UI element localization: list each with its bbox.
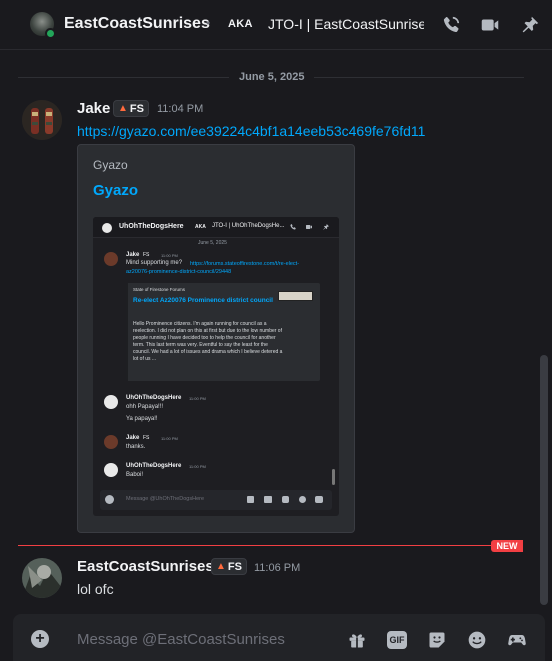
message-username[interactable]: Jake [77, 100, 110, 117]
embedded-avatar [104, 395, 118, 409]
video-icon[interactable] [479, 14, 501, 36]
video-icon [306, 225, 312, 229]
embedded-avatar [104, 435, 118, 449]
server-tag[interactable]: ▲ FS [211, 558, 247, 575]
embed-title[interactable]: Gyazo [93, 182, 138, 199]
flame-icon: ▲ [216, 561, 226, 572]
plus-icon [105, 495, 114, 504]
aka-label: AKA [228, 18, 253, 30]
embedded-text: Baboi! [126, 472, 144, 478]
embedded-aka-label: AKA [195, 224, 206, 230]
sticker-icon[interactable] [427, 630, 447, 650]
embedded-header-name: UhOhTheDogsHere [119, 223, 184, 230]
aka-name: JTO-I | EastCoastSunrises [268, 16, 424, 32]
message-composer: + Message @EastCoastSunrises GIF [13, 614, 545, 661]
embedded-timestamp: 11:00 PM [161, 253, 178, 258]
embedded-composer-placeholder: Message @UhOhTheDogsHere [126, 496, 205, 502]
call-icon [290, 224, 296, 230]
sticker-icon [282, 496, 289, 503]
emoji-icon [299, 496, 306, 503]
flame-icon: ▲ [118, 103, 128, 114]
date-divider-label: June 5, 2025 [229, 71, 315, 83]
embed-provider[interactable]: Gyazo [93, 158, 128, 172]
gif-icon[interactable]: GIF [387, 631, 407, 649]
pin-icon [323, 224, 329, 230]
link-embed: Gyazo Gyazo UhOhTheDogsHere AKA JTO-I | … [77, 144, 355, 533]
embedded-forum-title: Re-elect Az20076 Prominence district cou… [133, 297, 273, 304]
message-username[interactable]: EastCoastSunrises [77, 558, 214, 575]
embedded-aka-name: JTO-I | UhOhTheDogsHe... [212, 223, 285, 229]
embedded-text: ohh Papaya!!! [126, 404, 164, 410]
embedded-timestamp: 11:00 PM [161, 436, 178, 441]
embedded-timestamp: 11:00 PM [189, 396, 206, 401]
embedded-tag: FS [143, 252, 150, 258]
forum-logo [278, 291, 313, 301]
header-separator: • [206, 16, 211, 30]
embedded-username: Jake [126, 252, 140, 258]
message-timestamp: 11:06 PM [254, 562, 301, 574]
online-status-icon [45, 28, 56, 39]
gift-icon[interactable] [347, 630, 367, 650]
server-tag[interactable]: ▲ FS [113, 100, 149, 117]
gif-icon [264, 496, 272, 503]
embedded-avatar [104, 252, 118, 266]
jake-avatar[interactable] [22, 100, 62, 140]
embedded-text: Ya papaya!! [126, 416, 158, 422]
new-badge: NEW [491, 540, 523, 552]
emoji-icon[interactable] [467, 630, 487, 650]
activities-icon[interactable] [507, 630, 527, 650]
embedded-scrollbar [332, 469, 335, 485]
new-messages-divider [18, 545, 523, 546]
scrollbar[interactable] [540, 355, 548, 605]
embedded-username: Jake [126, 435, 140, 441]
embedded-avatar [102, 223, 112, 233]
server-tag-label: FS [129, 102, 144, 115]
embedded-timestamp: 11:00 PM [189, 464, 206, 469]
message-input[interactable]: Message @EastCoastSunrises [77, 631, 285, 648]
embedded-tag: FS [143, 435, 150, 441]
server-tag-label: FS [227, 560, 242, 573]
embedded-forum-body: Hello Prominence citizens. I'm again run… [133, 321, 283, 362]
message-text: lol ofc [77, 581, 114, 597]
header-username[interactable]: EastCoastSunrises [64, 15, 210, 33]
embedded-username: UhOhTheDogsHere [126, 463, 182, 469]
eastcoastsunrises-avatar[interactable] [22, 558, 62, 598]
embedded-forum-provider: State of Firestone Forums [133, 287, 186, 292]
pin-icon[interactable] [519, 14, 541, 36]
embedded-avatar [104, 463, 118, 477]
embedded-date: June 5, 2025 [198, 240, 227, 246]
embed-image[interactable]: UhOhTheDogsHere AKA JTO-I | UhOhTheDogsH… [93, 217, 339, 516]
embedded-username: UhOhTheDogsHere [126, 395, 182, 401]
gift-icon [247, 496, 254, 503]
call-icon[interactable] [440, 14, 462, 36]
message-link[interactable]: https://gyazo.com/ee39224c4bf1a14eeb53c4… [77, 123, 425, 139]
activities-icon [315, 496, 323, 503]
embedded-text: thanks. [126, 444, 146, 450]
channel-header: EastCoastSunrises • AKA JTO-I | EastCoas… [0, 0, 552, 50]
plus-icon[interactable]: + [31, 630, 49, 648]
embedded-link: https://forums.stateoffirestone.com/t/re… [126, 261, 300, 275]
message-timestamp: 11:04 PM [157, 103, 204, 115]
